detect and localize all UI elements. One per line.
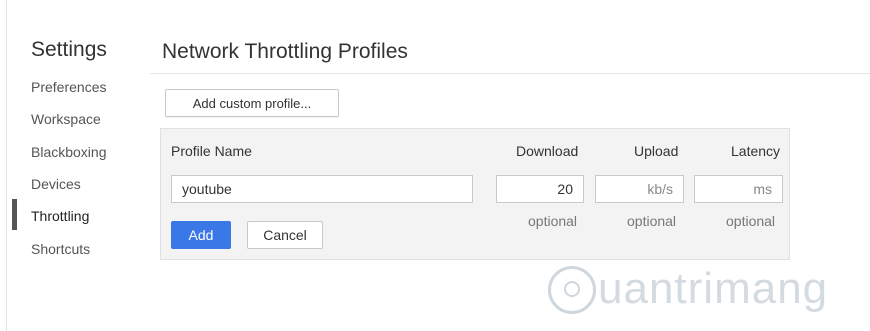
download-header: Download: [516, 143, 579, 159]
sidebar-item-devices[interactable]: Devices: [31, 176, 81, 192]
profile-name-header: Profile Name: [171, 143, 252, 159]
upload-optional-hint: optional: [627, 213, 677, 229]
latency-input[interactable]: ms: [694, 175, 783, 203]
add-custom-profile-button[interactable]: Add custom profile...: [165, 89, 339, 117]
sidebar-item-workspace[interactable]: Workspace: [31, 111, 101, 127]
sidebar-item-blackboxing[interactable]: Blackboxing: [31, 144, 107, 160]
sidebar-item-shortcuts[interactable]: Shortcuts: [31, 241, 90, 257]
profile-name-input[interactable]: youtube: [171, 175, 473, 203]
watermark-logo-icon: [548, 266, 596, 314]
download-input[interactable]: 20: [496, 175, 584, 203]
latency-header: Latency: [731, 143, 781, 159]
upload-header: Upload: [634, 143, 679, 159]
sidebar-item-throttling[interactable]: Throttling: [31, 208, 89, 224]
latency-optional-hint: optional: [726, 213, 776, 229]
sidebar-item-preferences[interactable]: Preferences: [31, 79, 106, 95]
sidebar-title: Settings: [31, 38, 107, 61]
download-optional-hint: optional: [528, 213, 578, 229]
upload-input[interactable]: kb/s: [595, 175, 684, 203]
page-title: Network Throttling Profiles: [162, 40, 408, 63]
active-item-indicator: [12, 199, 17, 230]
watermark-text: uantrimang: [598, 264, 829, 313]
add-button[interactable]: Add: [171, 221, 231, 249]
profile-editor-panel: Profile Name Download Upload Latency you…: [160, 128, 790, 260]
settings-sidebar: Settings Preferences Workspace Blackboxi…: [0, 0, 150, 331]
cancel-button[interactable]: Cancel: [247, 221, 323, 249]
title-divider: [150, 73, 870, 74]
